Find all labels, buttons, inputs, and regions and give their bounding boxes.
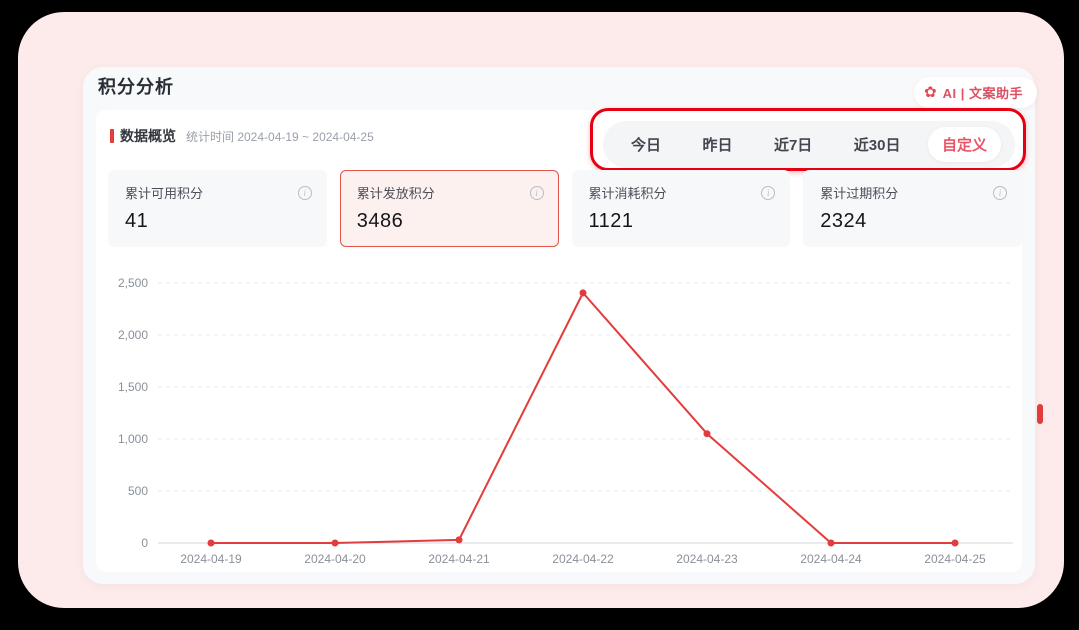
data-point-2024-04-25[interactable]	[952, 540, 959, 547]
floating-widget-notch[interactable]	[1037, 404, 1043, 424]
info-icon[interactable]: i	[761, 186, 775, 200]
y-axis-tick: 500	[128, 484, 148, 498]
x-axis-tick: 2024-04-22	[552, 552, 614, 566]
tab-3[interactable]: 近7日	[760, 127, 826, 162]
series-line	[211, 293, 955, 543]
tab-4[interactable]: 近30日	[840, 127, 915, 162]
ai-flower-icon: ✿	[924, 85, 937, 100]
pink-background-shell: 积分分析 ✿ AI | 文案助手 数据概览 统计时间 2024-04-19 ~ …	[18, 12, 1064, 608]
stat-card-4[interactable]: 累计过期积分 i 2324	[803, 170, 1022, 247]
section-marker-bar	[110, 129, 114, 143]
info-icon[interactable]: i	[530, 186, 544, 200]
tab-2[interactable]: 昨日	[688, 127, 746, 162]
stat-time-range: 统计时间 2024-04-19 ~ 2024-04-25	[186, 128, 374, 145]
overview-title: 数据概览	[120, 126, 176, 146]
stat-card-label: 累计发放积分	[357, 183, 435, 202]
ai-assistant-button[interactable]: ✿ AI | 文案助手	[914, 77, 1037, 108]
x-axis-tick: 2024-04-23	[676, 552, 738, 566]
info-icon[interactable]: i	[993, 186, 1007, 200]
screenshot-root: { "page": { "title": "积分分析" }, "ai_badge…	[0, 0, 1079, 630]
overview-header: 数据概览 统计时间 2024-04-19 ~ 2024-04-25	[110, 126, 374, 146]
x-axis-tick: 2024-04-24	[800, 552, 862, 566]
tab-5[interactable]: 自定义	[928, 127, 1001, 162]
stat-card-value: 2324	[820, 210, 1007, 233]
stat-card-value: 41	[125, 210, 312, 233]
stat-card-header: 累计消耗积分 i	[589, 183, 776, 202]
y-axis-tick: 0	[141, 536, 148, 550]
date-range-tabs: 今日昨日近7日近30日自定义	[603, 121, 1015, 168]
data-point-2024-04-24[interactable]	[828, 540, 835, 547]
data-point-2024-04-22[interactable]	[580, 289, 587, 296]
stat-card-header: 累计过期积分 i	[820, 183, 1007, 202]
x-axis-tick: 2024-04-25	[924, 552, 986, 566]
data-point-2024-04-23[interactable]	[704, 430, 711, 437]
stat-card-label: 累计消耗积分	[589, 183, 667, 202]
data-point-2024-04-20[interactable]	[332, 540, 339, 547]
stat-card-label: 累计过期积分	[820, 183, 898, 202]
stat-card-2[interactable]: 累计发放积分 i 3486	[340, 170, 559, 247]
stat-cards-row: 累计可用积分 i 41 累计发放积分 i 3486 累计消耗积分 i 1121 累计过期积分 i 23…	[108, 170, 1022, 247]
info-icon[interactable]: i	[298, 186, 312, 200]
x-axis-tick: 2024-04-19	[180, 552, 242, 566]
y-axis-tick: 2,000	[118, 328, 148, 342]
y-axis-tick: 2,500	[118, 276, 148, 290]
data-point-2024-04-19[interactable]	[208, 540, 215, 547]
stat-card-1[interactable]: 累计可用积分 i 41	[108, 170, 327, 247]
x-axis-tick: 2024-04-21	[428, 552, 490, 566]
stat-card-3[interactable]: 累计消耗积分 i 1121	[572, 170, 791, 247]
stat-card-header: 累计发放积分 i	[357, 183, 544, 202]
stat-card-label: 累计可用积分	[125, 183, 203, 202]
y-axis-tick: 1,500	[118, 380, 148, 394]
page-title: 积分分析	[98, 73, 174, 99]
points-line-chart: 0 500 1,000 1,500 2,000 2,500 2024-04-19 2024-0…	[118, 274, 1022, 568]
x-axis-tick: 2024-04-20	[304, 552, 366, 566]
y-axis-tick: 1,000	[118, 432, 148, 446]
tab-1[interactable]: 今日	[617, 127, 675, 162]
stat-card-header: 累计可用积分 i	[125, 183, 312, 202]
ai-assistant-label: AI | 文案助手	[943, 83, 1023, 102]
data-point-2024-04-21[interactable]	[456, 536, 463, 543]
stat-card-value: 3486	[357, 210, 544, 233]
stat-card-value: 1121	[589, 210, 776, 233]
